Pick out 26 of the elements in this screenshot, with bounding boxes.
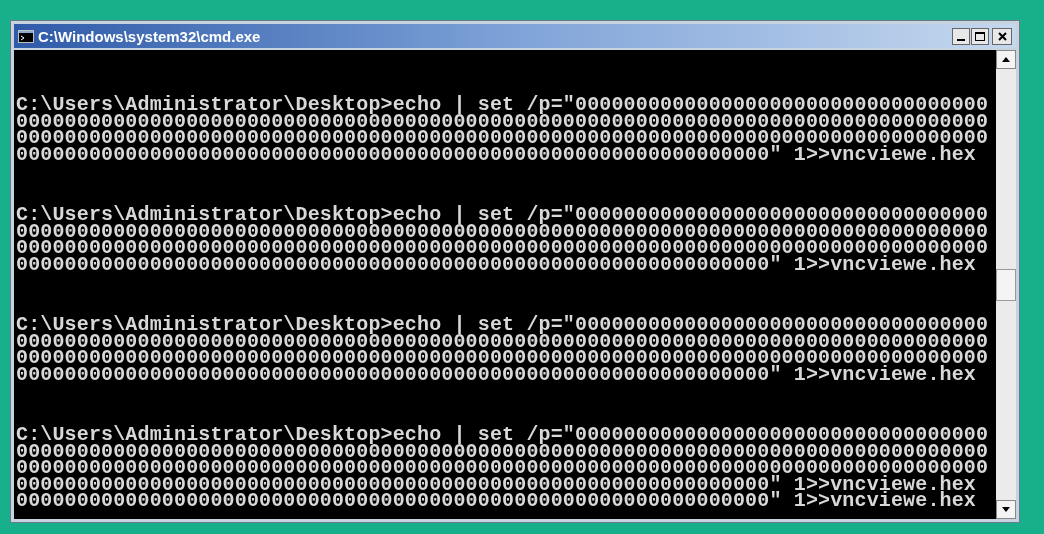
console-line: C:\Users\Administrator\Desktop>echo | set /p="0000000000000000000000000000000000 (16, 97, 989, 114)
down-arrow-icon (1002, 507, 1010, 512)
console-line: 00000000000000000000000000000000000000000000000000000000000000" 1>>vncviewe.hex (16, 366, 976, 383)
console-line: 00000000000000000000000000000000000000000000000000000000000000" 1>>vncviewe.hex (16, 493, 976, 510)
maximize-button[interactable] (971, 27, 989, 45)
maximize-icon (975, 31, 985, 41)
scroll-up-button[interactable] (996, 50, 1016, 69)
console-line: 00000000000000000000000000000000000000000000000000000000000000000000000000000000 (16, 113, 989, 130)
window-title: C:\Windows\system32\cmd.exe (38, 28, 261, 44)
console-line: 00000000000000000000000000000000000000000000000000000000000000000000000000000000 (16, 443, 989, 460)
console-line: C:\Users\Administrator\Desktop>echo | set /p="0000000000000000000000000000000000 (16, 427, 989, 444)
scroll-down-button[interactable] (996, 500, 1016, 519)
scroll-thumb[interactable] (996, 269, 1016, 301)
console-line: 00000000000000000000000000000000000000000000000000000000000000000000000000000000 (16, 333, 989, 350)
up-arrow-icon (1002, 57, 1010, 62)
console-line: 00000000000000000000000000000000000000000000000000000000000000" 1>>vncviewe.hex (16, 256, 976, 273)
minimize-icon (957, 38, 965, 41)
minimize-button[interactable] (952, 27, 970, 45)
console-icon (18, 29, 34, 43)
console-line: 00000000000000000000000000000000000000000000000000000000000000000000000000000000 (16, 223, 989, 240)
scrollbar[interactable] (996, 50, 1016, 519)
console-line: C:\Users\Administrator\Desktop>echo | set /p="0000000000000000000000000000000000 (16, 317, 989, 334)
console-line: 00000000000000000000000000000000000000000000000000000000000000" 1>>vncviewe.hex (16, 146, 976, 163)
console-line: C:\Users\Administrator\Desktop>echo | set /p="0000000000000000000000000000000000 (16, 207, 989, 224)
close-icon (997, 31, 1007, 41)
close-button[interactable] (992, 27, 1012, 45)
